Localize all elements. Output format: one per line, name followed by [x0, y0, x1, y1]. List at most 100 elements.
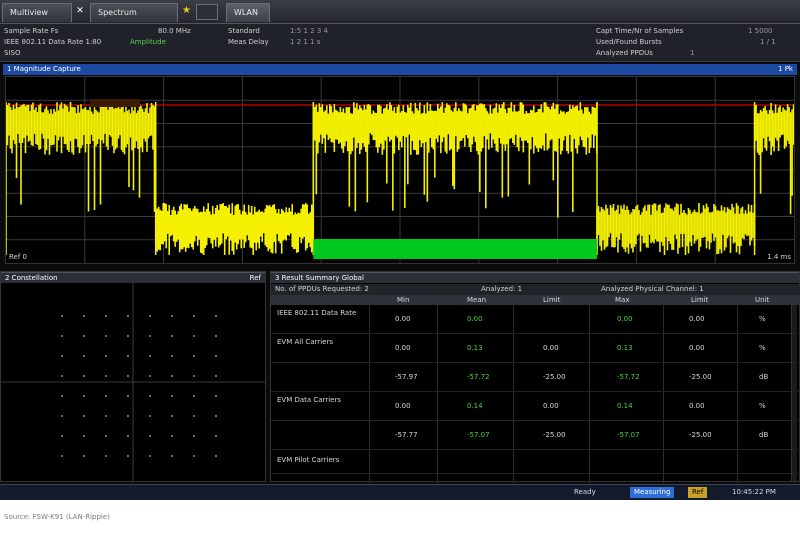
measuring-button[interactable]: Measuring — [630, 487, 675, 498]
table-row[interactable]: -57.77 -57.07 -25.00 -57.07 -25.00 dB — [271, 421, 800, 450]
constellation-point — [83, 435, 85, 437]
bursts-label: Used/Found Bursts — [596, 38, 662, 46]
cell-unit: % — [759, 344, 766, 352]
constellation-point — [105, 355, 107, 357]
constellation-point — [193, 415, 195, 417]
constellation-point — [61, 375, 63, 377]
constellation-point — [215, 395, 217, 397]
tab-close-box[interactable] — [196, 4, 218, 20]
constellation-point — [127, 415, 129, 417]
constellation-point — [149, 415, 151, 417]
magnitude-capture-plot[interactable]: Ref 0 1.4 ms — [5, 76, 795, 264]
constellation-panel[interactable]: 2 Constellation Ref — [0, 271, 266, 482]
ppdu-analyzed: Analyzed: 1 — [481, 285, 523, 293]
ref-indicator[interactable]: Ref — [688, 487, 708, 498]
constellation-point — [61, 455, 63, 457]
constellation-point — [105, 335, 107, 337]
cell-limit-2: 0.00 — [689, 402, 705, 410]
constellation-point — [105, 415, 107, 417]
constellation-point — [83, 375, 85, 377]
constellation-point — [105, 435, 107, 437]
constellation-point — [215, 315, 217, 317]
constellation-point — [193, 395, 195, 397]
marker-box — [90, 99, 140, 107]
tab-wlan[interactable]: WLAN — [226, 3, 270, 22]
constellation-point — [127, 395, 129, 397]
table-row[interactable]: -57.97 -57.72 -25.00 -57.72 -25.00 dB — [271, 363, 800, 392]
constellation-point — [83, 455, 85, 457]
cell-max: 0.00 — [617, 315, 633, 323]
figure-caption: Source: FSW-K91 (LAN-Ripple) — [4, 513, 110, 521]
table-row[interactable]: EVM Data Carriers 0.00 0.14 0.00 0.14 0.… — [271, 392, 800, 421]
close-icon[interactable]: ✕ — [74, 5, 86, 17]
constellation-point — [193, 455, 195, 457]
ppdu-requested: No. of PPDUs Requested: 2 — [275, 285, 369, 293]
tab-spectrum[interactable]: Spectrum — [90, 3, 178, 22]
status-bar: Ready Measuring Ref 10:45:22 PM — [0, 484, 800, 500]
meas-delay-label: Meas Delay — [228, 38, 269, 46]
constellation-point — [171, 375, 173, 377]
mode-label: SISO — [4, 49, 21, 57]
constellation-point — [61, 415, 63, 417]
constellation-point — [61, 315, 63, 317]
tab-multiview[interactable]: Multiview — [2, 3, 72, 22]
constellation-point — [127, 435, 129, 437]
cell-mean: -57.72 — [467, 373, 490, 381]
cell-mean: -57.07 — [467, 431, 490, 439]
cell-limit: 0.00 — [543, 402, 559, 410]
table-scrollbar[interactable] — [791, 305, 797, 481]
result-summary-title-text: 3 Result Summary Global — [275, 274, 364, 282]
constellation-point — [105, 315, 107, 317]
result-summary-panel[interactable]: 3 Result Summary Global No. of PPDUs Req… — [270, 271, 800, 483]
cell-min: -57.77 — [395, 431, 418, 439]
col-max: Max — [615, 296, 630, 304]
cell-limit: -25.00 — [543, 431, 566, 439]
cell-mean: 0.13 — [467, 344, 483, 352]
capture-time-value: 1 5000 — [748, 27, 773, 35]
col-min: Min — [397, 296, 410, 304]
magnitude-capture-title[interactable]: 1 Magnitude Capture 1 Pk — [3, 64, 797, 75]
cell-min: 0.00 — [395, 402, 411, 410]
constellation-point — [215, 455, 217, 457]
constellation-point — [149, 435, 151, 437]
sample-rate-label: Sample Rate Fs — [4, 27, 59, 35]
constellation-point — [61, 395, 63, 397]
cell-min: 0.00 — [395, 315, 411, 323]
table-row[interactable]: EVM All Carriers 0.00 0.13 0.00 0.13 0.0… — [271, 334, 800, 363]
settings-info-bar: Sample Rate Fs 80.0 MHz IEEE 802.11 Data… — [0, 24, 800, 62]
cell-limit: 0.00 — [543, 344, 559, 352]
star-icon[interactable]: ★ — [182, 5, 194, 17]
table-row[interactable]: EVM Pilot Carriers — [271, 450, 800, 474]
table-row[interactable]: IEEE 802.11 Data Rate 0.00 0.00 0.00 0.0… — [271, 305, 800, 334]
burst-marker — [313, 239, 597, 259]
constellation-point — [171, 395, 173, 397]
constellation-point — [83, 415, 85, 417]
magnitude-capture-title-text: 1 Magnitude Capture — [7, 65, 81, 73]
cell-unit: dB — [759, 373, 769, 381]
cell-max: 0.13 — [617, 344, 633, 352]
magnitude-trace-svg — [6, 77, 794, 263]
cell-unit: % — [759, 402, 766, 410]
bursts-value: 1 / 1 — [760, 38, 776, 46]
col-unit: Unit — [755, 296, 770, 304]
constellation-diagram — [1, 283, 265, 481]
cell-max: -57.07 — [617, 431, 640, 439]
ready-status[interactable]: Ready — [570, 487, 600, 498]
constellation-point — [61, 435, 63, 437]
analyzed-ppdu-label: Analyzed PPDUs — [596, 49, 653, 57]
constellation-point — [149, 315, 151, 317]
cell-mean: 0.00 — [467, 315, 483, 323]
cell-limit-2: -25.00 — [689, 431, 712, 439]
cell-unit: dB — [759, 431, 769, 439]
constellation-point — [149, 375, 151, 377]
constellation-point — [171, 315, 173, 317]
cell-min: -57.97 — [395, 373, 418, 381]
constellation-point — [105, 375, 107, 377]
constellation-point — [149, 395, 151, 397]
col-limit: Limit — [543, 296, 561, 304]
capture-time-label: Capt Time/Nr of Samples — [596, 27, 684, 35]
cell-limit-2: 0.00 — [689, 315, 705, 323]
standard-value: 1:5 1 2 3 4 — [290, 27, 328, 35]
row-label: IEEE 802.11 Data Rate — [277, 309, 357, 317]
constellation-point — [127, 375, 129, 377]
